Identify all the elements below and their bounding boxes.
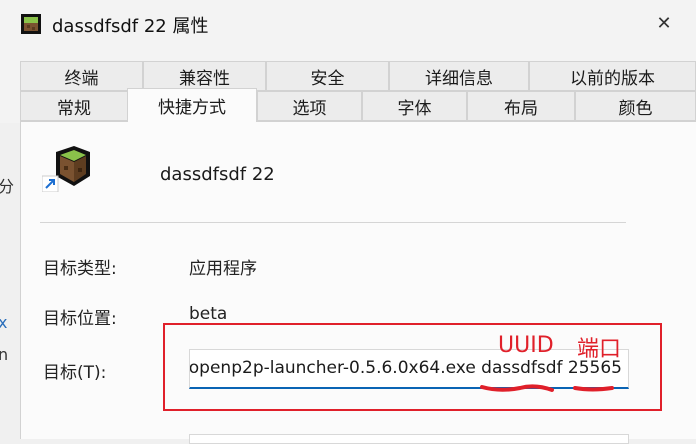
properties-window: dassdfsdf 22 属性 ✕ 终端 兼容性 安全 详细信息 以前的版本 常… (0, 0, 696, 444)
tab-shortcut[interactable]: 快捷方式 (127, 88, 257, 122)
annotation-underlines (480, 384, 614, 392)
